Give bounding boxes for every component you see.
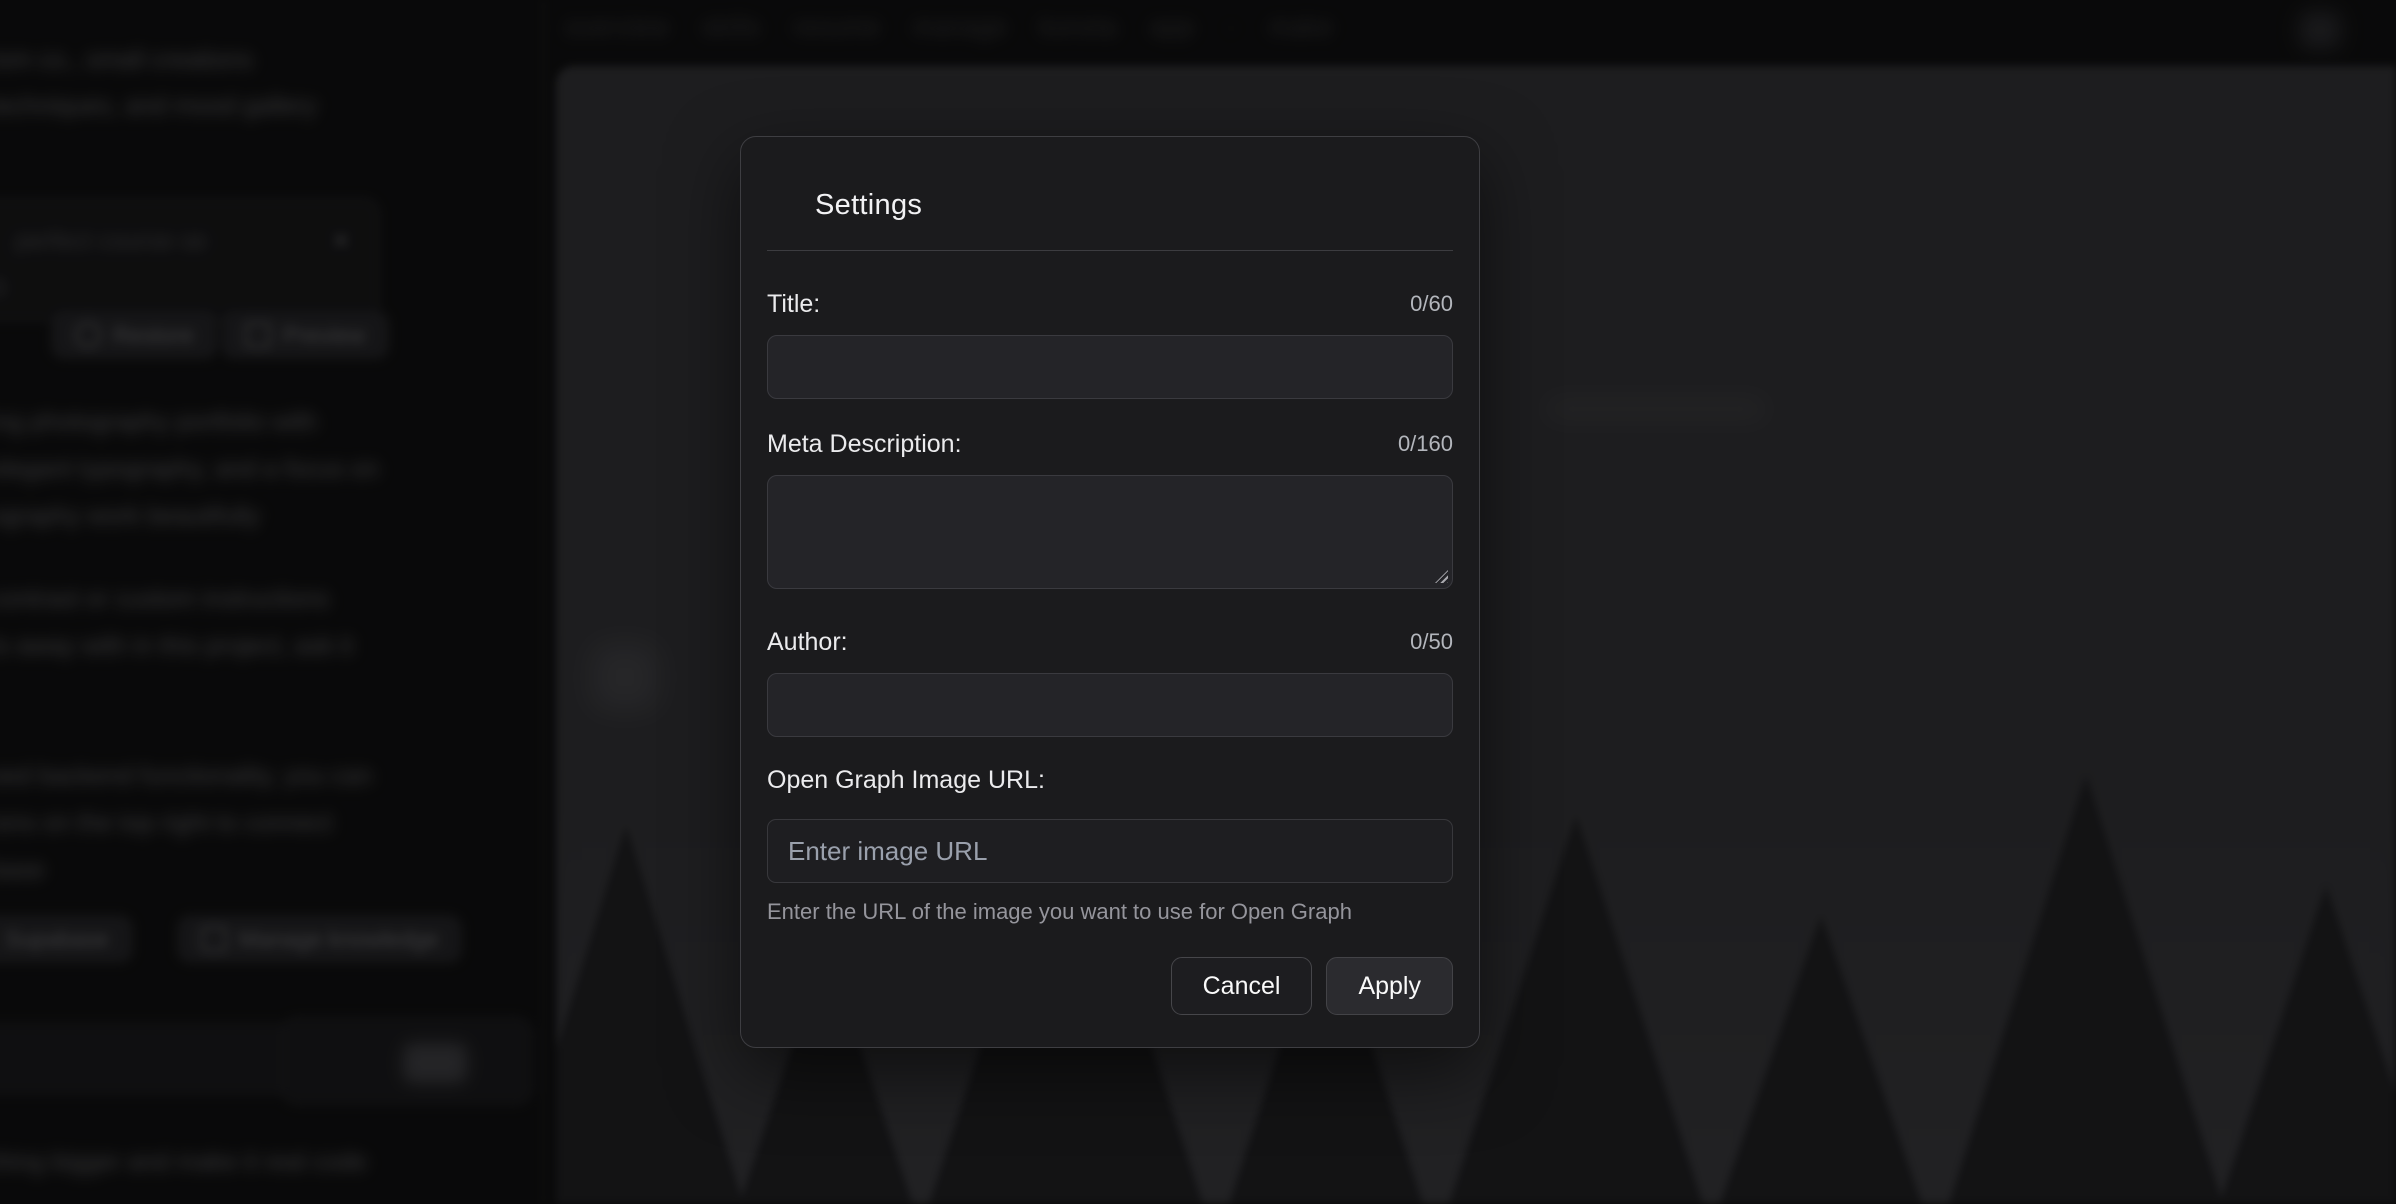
title-input[interactable] <box>767 335 1453 399</box>
apply-button[interactable]: Apply <box>1326 957 1453 1015</box>
meta-description-label: Meta Description: <box>767 429 962 459</box>
author-input[interactable] <box>767 673 1453 737</box>
meta-description-char-counter: 0/160 <box>1398 429 1453 459</box>
dialog-title: Settings <box>815 187 1453 223</box>
title-label: Title: <box>767 289 820 319</box>
og-image-url-helper-text: Enter the URL of the image you want to u… <box>767 899 1453 925</box>
author-label: Author: <box>767 627 848 657</box>
title-char-counter: 0/60 <box>1410 289 1453 319</box>
og-image-url-label: Open Graph Image URL: <box>767 765 1045 795</box>
cancel-button[interactable]: Cancel <box>1171 957 1313 1015</box>
settings-dialog: Settings Title: 0/60 Meta Description: 0… <box>740 136 1480 1048</box>
author-char-counter: 0/50 <box>1410 627 1453 657</box>
divider <box>767 250 1453 251</box>
og-image-url-input[interactable] <box>767 819 1453 883</box>
meta-description-textarea[interactable] <box>767 475 1453 589</box>
